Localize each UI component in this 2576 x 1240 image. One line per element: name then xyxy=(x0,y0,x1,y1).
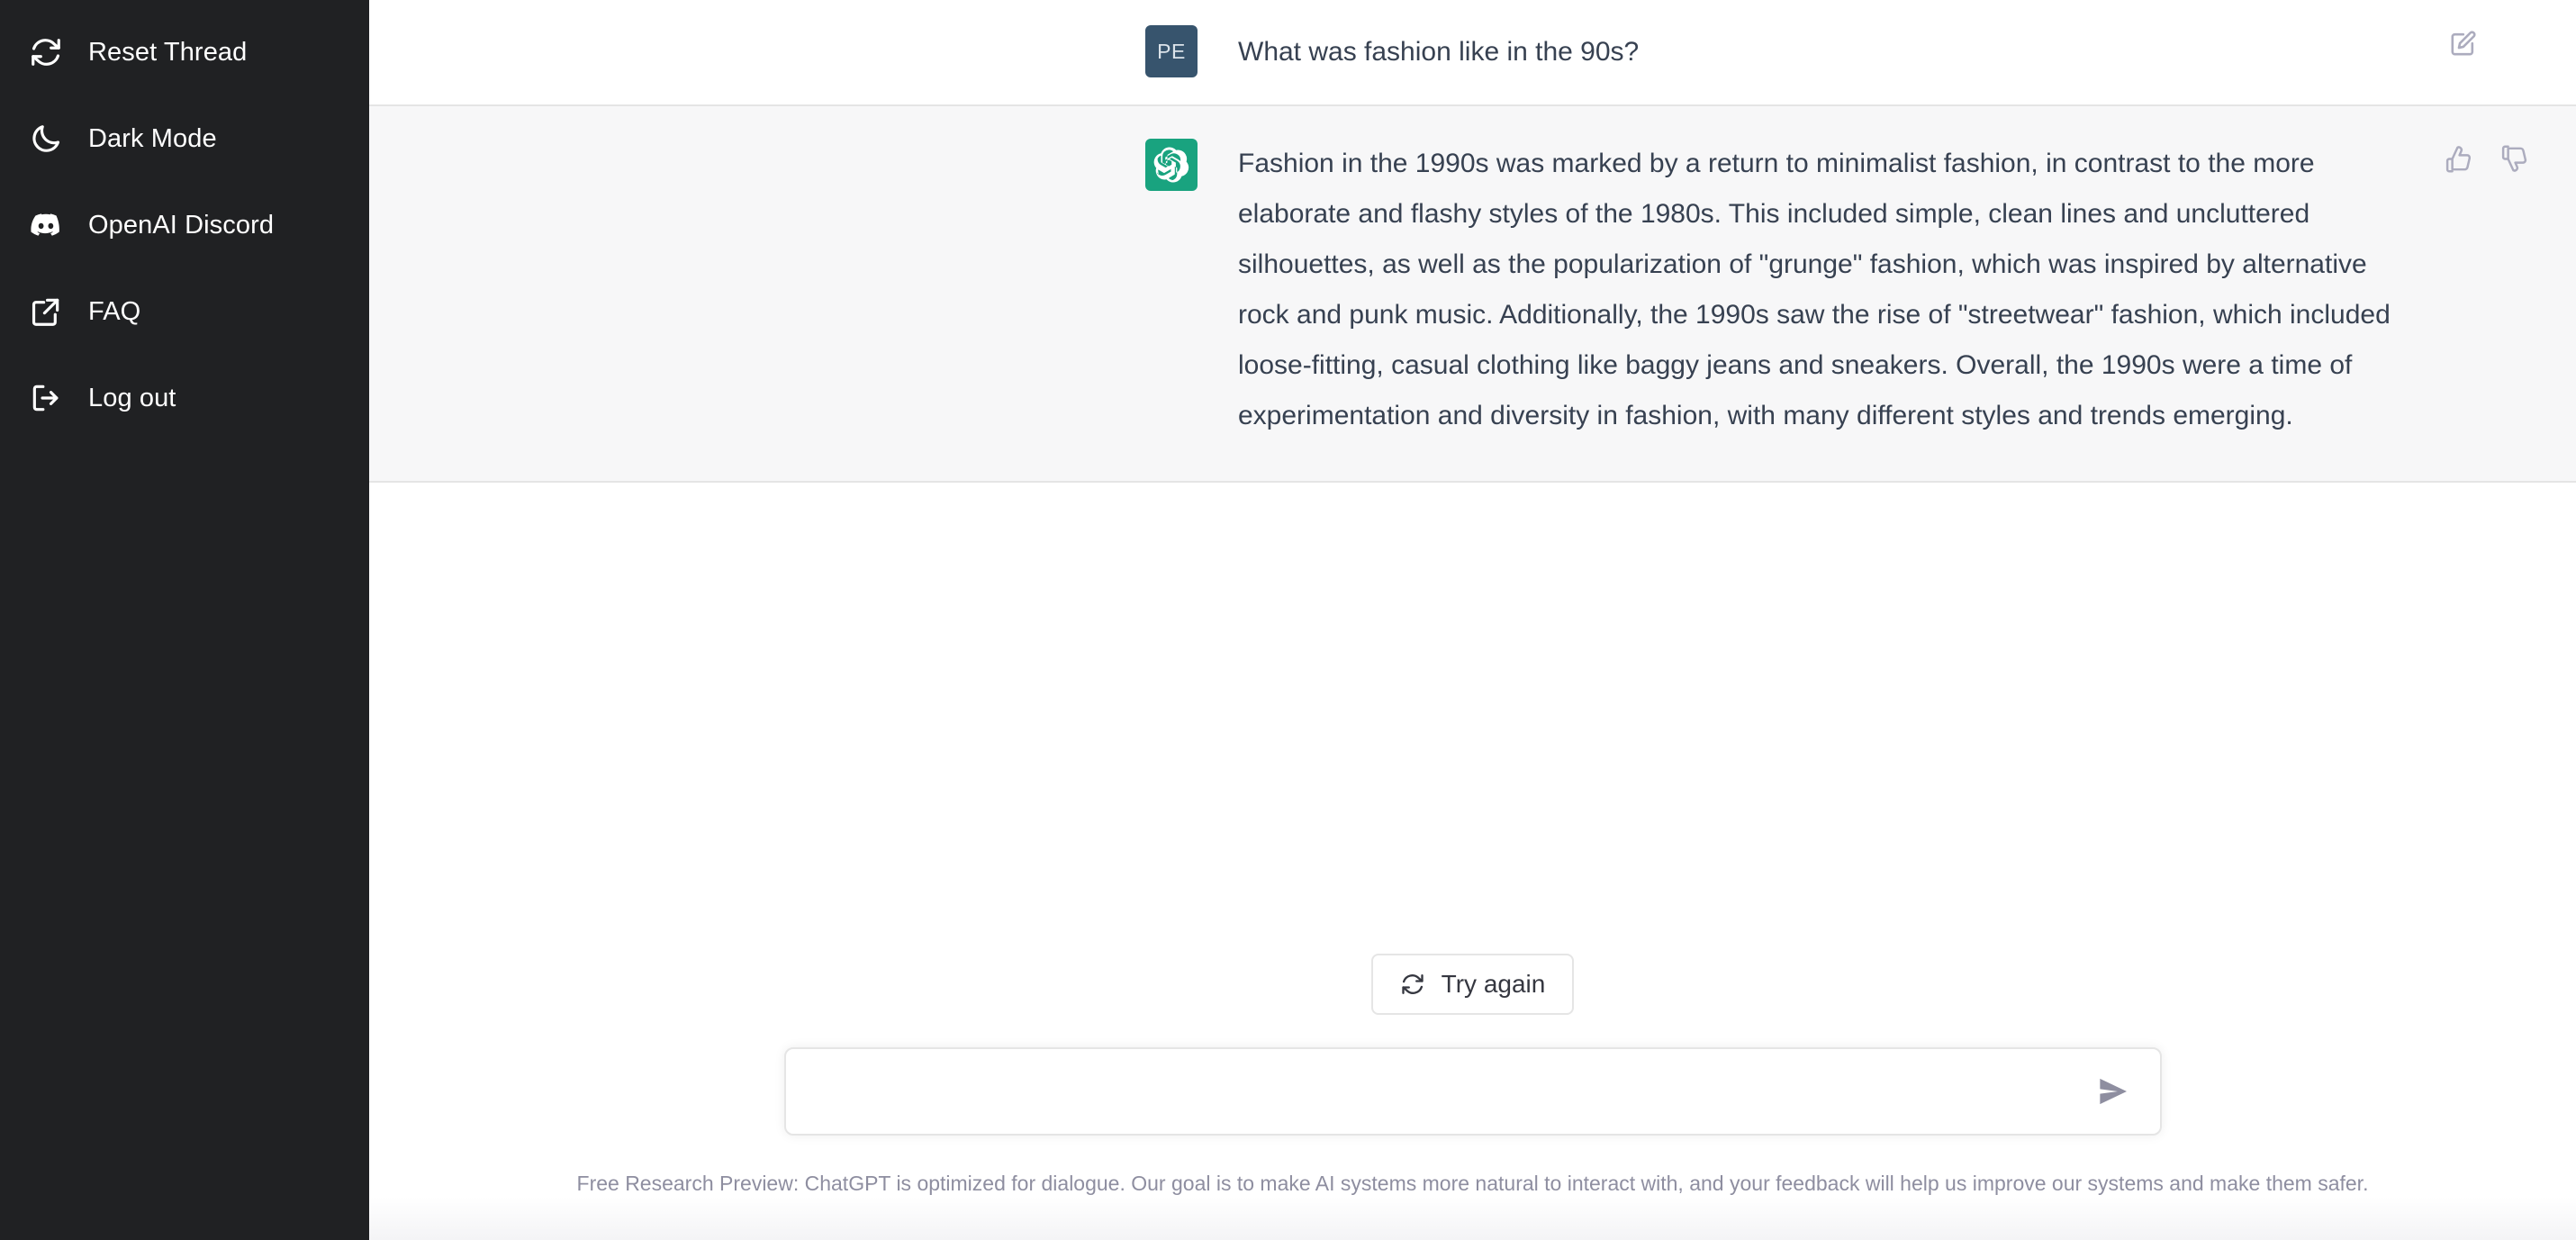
try-again-button[interactable]: Try again xyxy=(1370,954,1575,1016)
avatar: PE xyxy=(1145,25,1198,77)
message-text: Fashion in the 1990s was marked by a ret… xyxy=(1238,149,2399,430)
sidebar-item-label: FAQ xyxy=(88,296,141,326)
thumbs-up-icon[interactable] xyxy=(2440,140,2476,176)
message-actions-assistant xyxy=(2440,140,2532,176)
conversation-thread: PE What was fashion like in the 90s? Fas… xyxy=(369,0,2576,483)
bottom-zone: Try again Free Research Preview: ChatGPT… xyxy=(369,954,2576,1240)
main-content: PE What was fashion like in the 90s? Fas… xyxy=(369,0,2576,1240)
composer[interactable] xyxy=(783,1047,2162,1136)
sidebar-item-dark-mode[interactable]: Dark Mode xyxy=(0,95,369,182)
external-link-icon xyxy=(27,293,65,330)
sidebar-item-reset-thread[interactable]: Reset Thread xyxy=(0,9,369,95)
sidebar-item-label: Dark Mode xyxy=(88,123,217,153)
try-again-label: Try again xyxy=(1441,970,1546,999)
openai-logo-icon xyxy=(1153,147,1189,183)
sidebar-item-label: OpenAI Discord xyxy=(88,210,275,240)
sidebar-item-openai-discord[interactable]: OpenAI Discord xyxy=(0,182,369,268)
avatar xyxy=(1145,139,1198,191)
sidebar: Reset Thread Dark Mode OpenAI Discord FA… xyxy=(0,0,369,1240)
bottom-fade xyxy=(369,1197,2576,1240)
chat-input[interactable] xyxy=(785,1049,2160,1135)
message-row-user: PE What was fashion like in the 90s? xyxy=(369,0,2576,106)
moon-icon xyxy=(27,120,65,158)
message-row-assistant: Fashion in the 1990s was marked by a ret… xyxy=(369,106,2576,483)
composer-container xyxy=(369,1047,2576,1136)
try-again-container: Try again xyxy=(369,954,2576,1016)
sidebar-item-label: Reset Thread xyxy=(88,37,248,67)
send-icon xyxy=(2095,1073,2131,1109)
chatgpt-app: Reset Thread Dark Mode OpenAI Discord FA… xyxy=(0,0,2576,1240)
footer-disclaimer: Free Research Preview: ChatGPT is optimi… xyxy=(576,1172,2369,1196)
discord-icon xyxy=(27,206,65,244)
edit-icon[interactable] xyxy=(2445,25,2481,61)
send-button[interactable] xyxy=(2092,1070,2135,1113)
sidebar-item-log-out[interactable]: Log out xyxy=(0,355,369,441)
sidebar-item-faq[interactable]: FAQ xyxy=(0,268,369,355)
logout-icon xyxy=(27,379,65,417)
message-text: What was fashion like in the 90s? xyxy=(1238,37,1640,67)
reset-icon xyxy=(27,33,65,71)
message-actions-user xyxy=(2445,25,2481,61)
thread-spacer xyxy=(369,483,2576,955)
sidebar-item-label: Log out xyxy=(88,383,176,412)
reset-icon xyxy=(1400,972,1425,997)
thumbs-down-icon[interactable] xyxy=(2496,140,2532,176)
